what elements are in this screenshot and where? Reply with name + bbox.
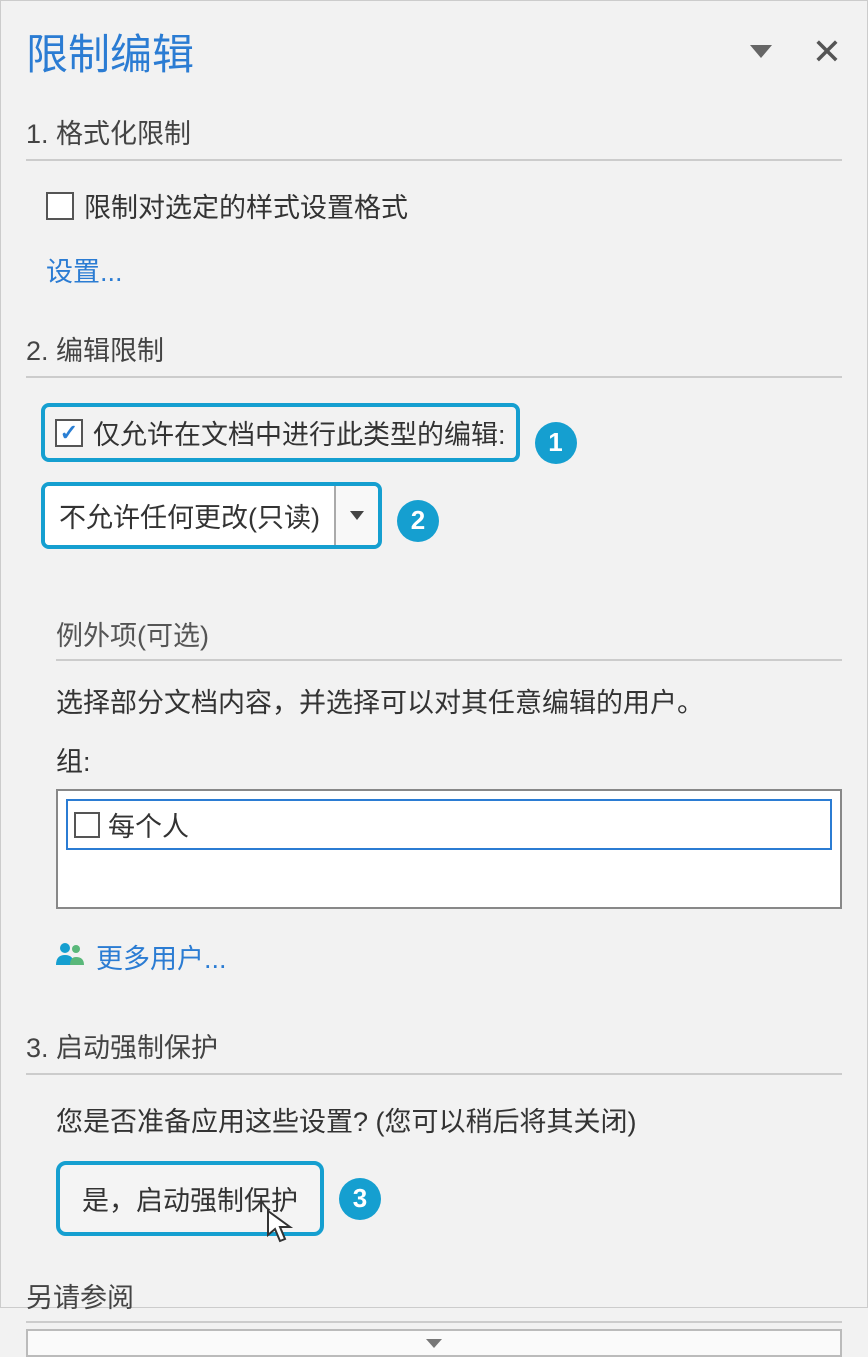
section-editing-restrictions: 2. 编辑限制 仅允许在文档中进行此类型的编辑: 1 不允许任何更改(只读) 2…: [26, 329, 842, 976]
section2-title: 2. 编辑限制: [26, 329, 842, 368]
group-item-label: 每个人: [108, 805, 189, 844]
users-icon: [56, 941, 84, 972]
chevron-down-icon: [426, 1339, 442, 1348]
callout-badge-1: 1: [535, 422, 577, 464]
allow-editing-row: 仅允许在文档中进行此类型的编辑: 1: [26, 403, 842, 482]
panel-header: 限制编辑 ✕: [26, 21, 842, 82]
settings-link[interactable]: 设置...: [46, 250, 123, 289]
panel-menu-dropdown-icon[interactable]: [750, 45, 772, 58]
chevron-down-icon: [350, 511, 364, 520]
more-users-link[interactable]: 更多用户...: [56, 937, 842, 976]
divider: [26, 1321, 842, 1323]
restrict-editing-panel: 限制编辑 ✕ 1. 格式化限制 限制对选定的样式设置格式 设置... 2. 编辑…: [0, 0, 868, 1308]
section3-title: 3. 启动强制保护: [26, 1026, 842, 1065]
expand-bar[interactable]: [26, 1329, 842, 1357]
divider: [26, 159, 842, 161]
cursor-icon: [266, 1209, 294, 1253]
exceptions-title: 例外项(可选): [56, 614, 842, 661]
exceptions-description: 选择部分文档内容，并选择可以对其任意编辑的用户。: [56, 681, 842, 720]
allow-editing-label: 仅允许在文档中进行此类型的编辑:: [93, 413, 506, 452]
panel-title: 限制编辑: [26, 21, 194, 82]
group-item-everyone[interactable]: 每个人: [66, 799, 832, 850]
formatting-checkbox-row[interactable]: 限制对选定的样式设置格式: [46, 186, 842, 225]
allow-editing-checkbox-container[interactable]: 仅允许在文档中进行此类型的编辑:: [41, 403, 520, 462]
divider: [26, 1073, 842, 1075]
allow-editing-checkbox[interactable]: [55, 419, 83, 447]
section-enforce-protection: 3. 启动强制保护 您是否准备应用这些设置? (您可以稍后将其关闭) 是，启动强…: [26, 1026, 842, 1236]
formatting-checkbox[interactable]: [46, 192, 74, 220]
dropdown-arrow-button[interactable]: [336, 486, 378, 545]
formatting-checkbox-label: 限制对选定的样式设置格式: [84, 186, 408, 225]
more-users-text: 更多用户...: [96, 937, 227, 976]
apply-settings-question: 您是否准备应用这些设置? (您可以稍后将其关闭): [56, 1100, 842, 1139]
see-also-section: 另请参阅: [26, 1276, 842, 1357]
exceptions-block: 例外项(可选) 选择部分文档内容，并选择可以对其任意编辑的用户。 组: 每个人: [56, 614, 842, 976]
group-label: 组:: [56, 740, 842, 779]
editing-type-dropdown[interactable]: 不允许任何更改(只读): [41, 482, 382, 549]
section-formatting-restrictions: 1. 格式化限制 限制对选定的样式设置格式 设置...: [26, 112, 842, 289]
callout-badge-3: 3: [339, 1178, 381, 1220]
section1-title: 1. 格式化限制: [26, 112, 842, 151]
header-controls: ✕: [750, 31, 842, 73]
group-item-checkbox[interactable]: [74, 812, 100, 838]
divider: [26, 376, 842, 378]
enforce-button-row: 是，启动强制保护 3: [26, 1161, 842, 1236]
group-listbox[interactable]: 每个人: [56, 789, 842, 909]
editing-type-dropdown-row: 不允许任何更改(只读) 2: [26, 482, 842, 559]
callout-badge-2: 2: [397, 500, 439, 542]
editing-type-value: 不允许任何更改(只读): [45, 486, 336, 545]
close-icon[interactable]: ✕: [812, 31, 842, 73]
see-also-title: 另请参阅: [26, 1276, 842, 1315]
